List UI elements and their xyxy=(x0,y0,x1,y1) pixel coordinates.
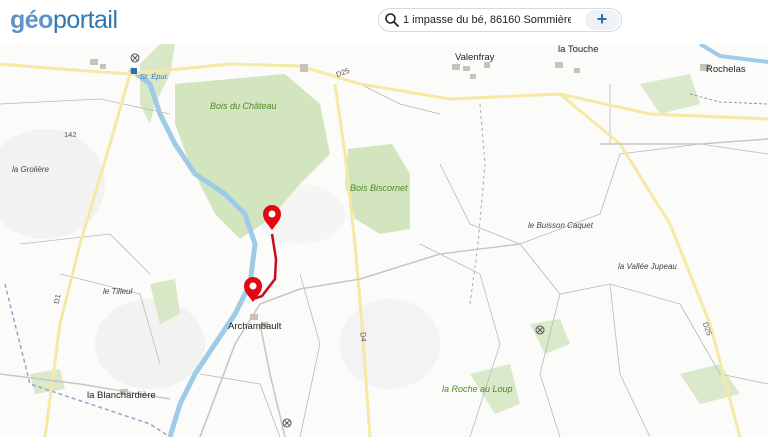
logo-portail: portail xyxy=(52,6,118,34)
label-le-buisson-caquet: le Buisson Caquet xyxy=(528,221,593,230)
label-la-blanchardiere: la Blanchardière xyxy=(87,390,156,401)
label-st-epur: St. Épur. xyxy=(140,72,169,81)
label-142: 142 xyxy=(64,130,77,139)
label-bois-biscornet: Bois Biscornet xyxy=(350,183,408,193)
geoportail-logo[interactable]: géoportail xyxy=(10,5,118,35)
label-valenfray: Valenfray xyxy=(455,52,495,63)
label-la-vallee-jupeau: la Vallée Jupeau xyxy=(618,262,677,271)
add-button[interactable]: + xyxy=(585,10,619,30)
label-la-touche: la Touche xyxy=(558,44,599,55)
label-rochelas: Rochelas xyxy=(706,64,746,75)
label-la-roche-au-loup: la Roche au Loup xyxy=(442,384,513,394)
logo-geo: géo xyxy=(10,6,53,34)
map-canvas[interactable] xyxy=(0,44,768,437)
label-la-groliere: la Grolière xyxy=(12,165,49,174)
search-input[interactable] xyxy=(403,11,571,29)
search-box: + xyxy=(378,8,622,32)
map-view[interactable]: Valenfray la Touche Rochelas Bois du Châ… xyxy=(0,44,768,437)
label-road-d1: D1 xyxy=(52,293,63,305)
label-road-d4: D4 xyxy=(358,331,369,343)
header-bar: géoportail + xyxy=(0,0,768,44)
search-icon[interactable] xyxy=(384,12,400,28)
label-le-tilleul: le Tilleul xyxy=(103,287,133,296)
label-bois-du-chateau: Bois du Château xyxy=(210,101,277,111)
label-archambault: Archambault xyxy=(228,321,282,332)
